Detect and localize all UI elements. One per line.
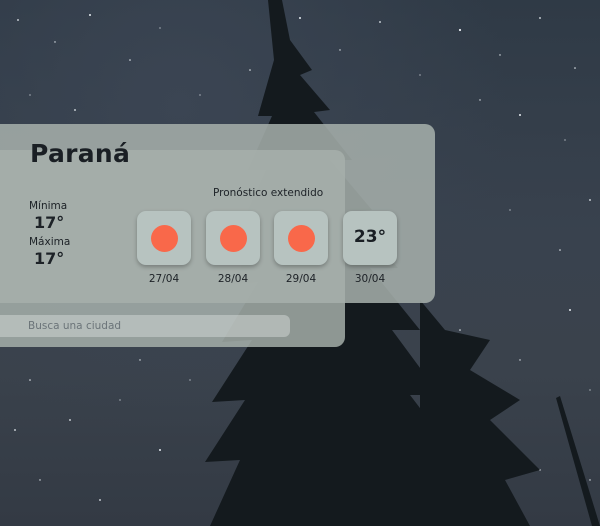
- sun-icon: [220, 225, 247, 252]
- min-max-block: Mínima 17° Máxima 17°: [29, 200, 89, 272]
- forecast-day-1[interactable]: [137, 211, 191, 265]
- forecast-temp: 23°: [353, 227, 387, 247]
- min-label: Mínima: [29, 200, 68, 212]
- forecast-date-1: 27/04: [148, 273, 180, 285]
- max-label: Máxima: [29, 236, 71, 248]
- city-search-input[interactable]: [0, 315, 290, 337]
- city-name: Paraná: [30, 139, 131, 168]
- forecast-date-4: 30/04: [354, 273, 386, 285]
- forecast-title: Pronóstico extendido: [213, 187, 324, 199]
- max-value: 17°: [34, 249, 65, 268]
- forecast-day-4[interactable]: 23°: [343, 211, 397, 265]
- min-value: 17°: [34, 213, 65, 232]
- sun-icon: [151, 225, 178, 252]
- sun-icon: [288, 225, 315, 252]
- forecast-date-3: 29/04: [285, 273, 317, 285]
- forecast-day-3[interactable]: [274, 211, 328, 265]
- forecast-date-2: 28/04: [217, 273, 249, 285]
- forecast-day-2[interactable]: [206, 211, 260, 265]
